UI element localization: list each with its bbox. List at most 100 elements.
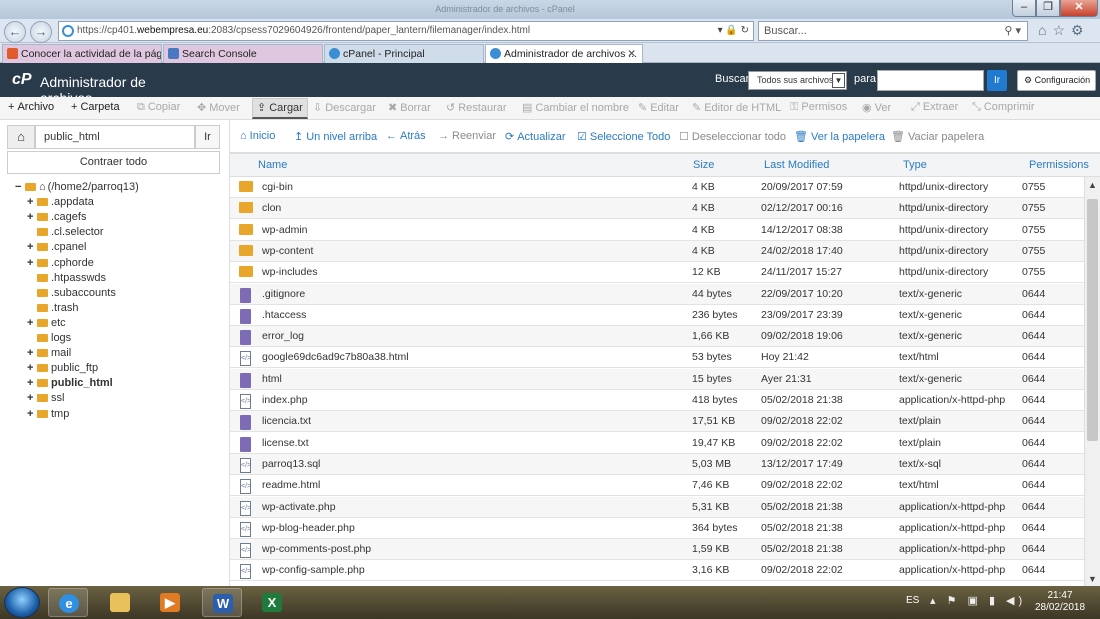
table-row[interactable]: wp-admin 4 KB 14/12/2017 08:38 httpd/unix-d… bbox=[230, 220, 1085, 241]
toolbar-restaurar-button[interactable]: ↺ Restaurar bbox=[446, 101, 507, 114]
table-row[interactable]: </> wp-config-sample.php 3,16 KB 09/02/2018… bbox=[230, 560, 1085, 582]
tree-toggle-icon[interactable]: + bbox=[27, 316, 36, 331]
tree-toggle-icon[interactable]: + bbox=[27, 210, 36, 225]
table-row[interactable]: </> readme.html 7,46 KB 09/02/2018 22:02 tex… bbox=[230, 475, 1085, 497]
tree-node[interactable]: .cl.selector bbox=[27, 225, 104, 240]
tray-icons[interactable]: ▴ ⚑ ▣ ▮ ◀) bbox=[930, 594, 1026, 607]
toolbar-cambiar-el-nombre-button[interactable]: ▤ Cambiar el nombre bbox=[522, 101, 629, 114]
table-row[interactable]: </> google69dc6ad9c7b80a38.html 53 bytes Ho… bbox=[230, 347, 1085, 369]
back-icon[interactable]: ← bbox=[4, 21, 26, 43]
nav-seleccione-todo-button[interactable]: ☑ Seleccione Todo bbox=[577, 130, 670, 143]
collapse-all-button[interactable]: Contraer todo bbox=[7, 151, 220, 174]
table-row[interactable]: </> wp-blog-header.php 364 bytes 05/02/2018… bbox=[230, 518, 1085, 539]
nav-reenviar-button[interactable]: → Reenviar bbox=[438, 130, 496, 142]
tree-node[interactable]: + .cphorde bbox=[27, 256, 94, 271]
close-window-button[interactable]: ✕ bbox=[1060, 0, 1098, 17]
table-row[interactable]: licencia.txt 17,51 KB 09/02/2018 22:02 text… bbox=[230, 411, 1085, 433]
tree-node[interactable]: + mail bbox=[27, 346, 71, 361]
tree-toggle-icon[interactable]: + bbox=[27, 361, 36, 376]
minimize-button[interactable]: – bbox=[1012, 0, 1036, 17]
toolbar-cargar-button[interactable]: ⇪ Cargar bbox=[252, 98, 308, 119]
toolbar-editar-button[interactable]: ✎ Editar bbox=[638, 101, 679, 114]
nav-inicio-button[interactable]: ⌂ Inicio bbox=[240, 130, 275, 142]
search-icon[interactable]: ⚲ ▾ bbox=[1004, 22, 1021, 40]
taskbar-explorer[interactable] bbox=[100, 588, 140, 617]
tree-toggle-icon[interactable]: + bbox=[27, 240, 36, 255]
column-header-modified[interactable]: Last Modified bbox=[764, 159, 829, 171]
tree-toggle-icon[interactable]: + bbox=[27, 407, 36, 422]
taskbar-ie[interactable]: e bbox=[48, 588, 88, 617]
tree-toggle-icon[interactable]: + bbox=[27, 391, 36, 406]
address-tools[interactable]: ▾ 🔒 ↻ bbox=[717, 22, 749, 40]
browser-toolbar-icons[interactable]: ⌂☆⚙ bbox=[1038, 22, 1090, 39]
taskbar-media-player[interactable]: ▶ bbox=[150, 588, 190, 617]
tree-toggle-icon[interactable]: − bbox=[15, 180, 24, 195]
tab-file-manager[interactable]: Administrador de archivos ... ✕ bbox=[485, 44, 643, 63]
search-go-button[interactable]: Ir bbox=[987, 70, 1007, 91]
vertical-scrollbar[interactable]: ▲ ▼ bbox=[1084, 177, 1100, 586]
address-bar[interactable]: https://cp401.webempresa.eu:2083/cpsess7… bbox=[58, 21, 754, 41]
path-go-button[interactable]: Ir bbox=[195, 125, 220, 149]
nav-un-nivel-arriba-button[interactable]: ↥ Un nivel arriba bbox=[294, 130, 377, 143]
tree-node[interactable]: .trash bbox=[27, 301, 79, 316]
tree-node[interactable]: logs bbox=[27, 331, 71, 346]
tree-toggle-icon[interactable]: + bbox=[27, 376, 36, 391]
tree-node[interactable]: .subaccounts bbox=[27, 286, 116, 301]
column-header-size[interactable]: Size bbox=[693, 159, 714, 171]
tab-activity[interactable]: Conocer la actividad de la pági... bbox=[2, 44, 162, 63]
toolbar-archivo-button[interactable]: + Archivo bbox=[8, 101, 54, 113]
table-row[interactable]: .gitignore 44 bytes 22/09/2017 10:20 text/x… bbox=[230, 283, 1085, 305]
home-icon[interactable]: ⌂ bbox=[7, 125, 35, 149]
table-row[interactable]: license.txt 19,47 KB 09/02/2018 22:02 text/… bbox=[230, 433, 1085, 454]
taskbar-excel[interactable]: X bbox=[252, 588, 292, 617]
toolbar-mover-button[interactable]: ✥ Mover bbox=[197, 101, 240, 114]
tab-search-console[interactable]: Search Console bbox=[163, 44, 323, 63]
language-indicator[interactable]: ES bbox=[906, 595, 919, 606]
toolbar-extraer-button[interactable]: ⤢ Extraer bbox=[911, 101, 958, 114]
file-search-input[interactable] bbox=[877, 70, 984, 91]
scroll-down-icon[interactable]: ▼ bbox=[1088, 574, 1097, 584]
tree-node[interactable]: − ⌂ (/home2/parroq13) bbox=[15, 180, 139, 195]
table-row[interactable]: wp-includes 12 KB 24/11/2017 15:27 httpd/un… bbox=[230, 262, 1085, 284]
nav-vaciar-papelera-button[interactable]: 🗑 Vaciar papelera bbox=[891, 130, 984, 143]
tree-node[interactable]: .htpasswds bbox=[27, 271, 106, 286]
nav-atr-s-button[interactable]: ← Atrás bbox=[386, 130, 426, 142]
table-row[interactable]: clon 4 KB 02/12/2017 00:16 httpd/unix-direc… bbox=[230, 198, 1085, 220]
toolbar-borrar-button[interactable]: ✖ Borrar bbox=[388, 101, 431, 114]
column-header-type[interactable]: Type bbox=[903, 159, 927, 171]
forward-icon[interactable]: → bbox=[30, 21, 52, 43]
settings-button[interactable]: ⚙ Configuración bbox=[1017, 70, 1096, 91]
toolbar-copiar-button[interactable]: ⧉ Copiar bbox=[137, 101, 180, 114]
tree-node[interactable]: + .cagefs bbox=[27, 210, 86, 225]
tree-node[interactable]: + ssl bbox=[27, 391, 64, 406]
start-button[interactable] bbox=[4, 587, 40, 618]
table-row[interactable]: </> parroq13.sql 5,03 MB 13/12/2017 17:49 te… bbox=[230, 453, 1085, 475]
table-row[interactable]: </> wp-comments-post.php 1,59 KB 05/02/2018… bbox=[230, 539, 1085, 561]
tree-node[interactable]: + public_html bbox=[27, 376, 113, 391]
scrollbar-thumb[interactable] bbox=[1087, 199, 1098, 441]
table-row[interactable]: error_log 1,66 KB 09/02/2018 19:06 text/x-g… bbox=[230, 326, 1085, 348]
scroll-up-icon[interactable]: ▲ bbox=[1088, 180, 1097, 190]
tree-node[interactable]: + tmp bbox=[27, 407, 69, 422]
toolbar-carpeta-button[interactable]: + Carpeta bbox=[71, 101, 120, 113]
browser-search-input[interactable]: Buscar... ⚲ ▾ bbox=[758, 21, 1028, 41]
tree-node[interactable]: + public_ftp bbox=[27, 361, 98, 376]
tree-toggle-icon[interactable]: + bbox=[27, 195, 36, 210]
table-row[interactable]: html 15 bytes Ayer 21:31 text/x-generic 0644 bbox=[230, 368, 1085, 390]
toolbar-editor-de-html-button[interactable]: ✎ Editor de HTML bbox=[692, 101, 781, 114]
path-input[interactable]: public_html bbox=[35, 125, 195, 149]
tree-node[interactable]: + etc bbox=[27, 316, 66, 331]
nav-ver-la-papelera-button[interactable]: 🗑 Ver la papelera bbox=[794, 130, 885, 143]
search-scope-select[interactable]: Todos sus archivos ▼ bbox=[748, 71, 847, 90]
tree-node[interactable]: + .appdata bbox=[27, 195, 94, 210]
taskbar-word[interactable]: W bbox=[202, 588, 242, 617]
table-row[interactable]: cgi-bin 4 KB 20/09/2017 07:59 httpd/unix-di… bbox=[230, 177, 1085, 198]
maximize-button[interactable]: ❐ bbox=[1036, 0, 1060, 17]
toolbar-permisos-button[interactable]: ⚿ Permisos bbox=[790, 101, 847, 114]
tree-toggle-icon[interactable]: + bbox=[27, 256, 36, 271]
tab-close-icon[interactable]: ✕ bbox=[627, 45, 636, 63]
toolbar-descargar-button[interactable]: ⇩ Descargar bbox=[313, 101, 376, 114]
table-row[interactable]: </> index.php 418 bytes 05/02/2018 21:38 app… bbox=[230, 390, 1085, 411]
column-header-permissions[interactable]: Permissions bbox=[1029, 159, 1089, 171]
table-row[interactable]: .htaccess 236 bytes 23/09/2017 23:39 text/x… bbox=[230, 305, 1085, 326]
